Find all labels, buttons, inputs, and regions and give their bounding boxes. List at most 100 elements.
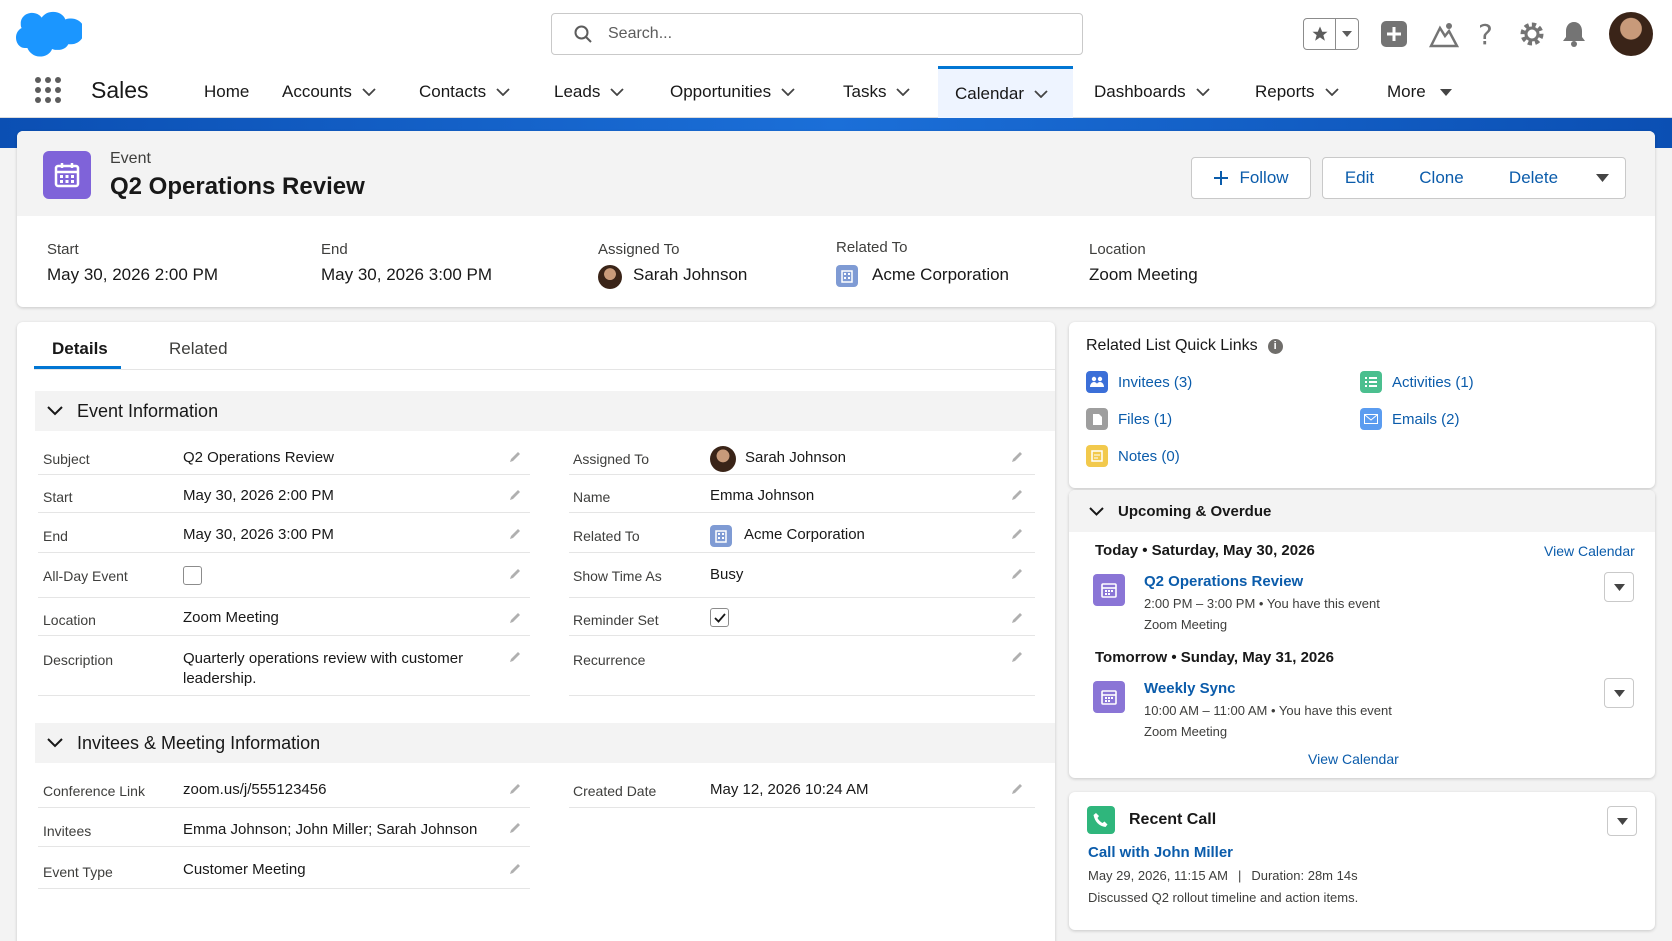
edit-pencil-icon[interactable] <box>1010 527 1024 541</box>
invitees-meeting-section[interactable]: Invitees & Meeting Information <box>35 723 1055 763</box>
edit-pencil-icon[interactable] <box>1010 567 1024 581</box>
email-icon <box>1360 408 1382 430</box>
related-to-link[interactable]: Acme Corporation <box>872 265 1009 285</box>
event-menu-button[interactable] <box>1604 678 1634 708</box>
quick-link-emails[interactable]: Emails (2) <box>1360 408 1460 430</box>
more-actions-button[interactable] <box>1580 157 1626 199</box>
edit-pencil-icon[interactable] <box>508 782 522 796</box>
chevron-down-icon[interactable] <box>610 88 624 96</box>
row-divider <box>569 512 1035 513</box>
chevron-down-icon[interactable] <box>896 88 911 96</box>
reminder-checkbox[interactable] <box>710 608 729 627</box>
nav-leads[interactable]: Leads <box>554 66 624 118</box>
chevron-down-icon[interactable] <box>1196 88 1210 96</box>
quick-links-title: Related List Quick Links <box>1086 337 1258 354</box>
chevron-down-icon[interactable] <box>1324 88 1339 96</box>
event-icon <box>1093 574 1125 606</box>
edit-pencil-icon[interactable] <box>1010 611 1024 625</box>
nav-opportunities[interactable]: Opportunities <box>670 66 795 118</box>
quick-link-files[interactable]: Files (1) <box>1086 408 1172 430</box>
edit-button[interactable]: Edit <box>1322 157 1397 199</box>
edit-pencil-icon[interactable] <box>508 450 522 464</box>
event-menu-button[interactable] <box>1604 572 1634 602</box>
nav-contacts[interactable]: Contacts <box>419 66 510 118</box>
nav-more[interactable]: More <box>1387 66 1452 118</box>
edit-pencil-icon[interactable] <box>508 527 522 541</box>
chevron-down-icon[interactable] <box>496 88 510 96</box>
row-divider <box>38 846 530 847</box>
nav-label: Accounts <box>282 82 352 101</box>
bell-icon[interactable] <box>1561 20 1587 48</box>
help-icon[interactable]: ? <box>1478 18 1493 51</box>
field-label: Show Time As <box>573 568 662 584</box>
edit-pencil-icon[interactable] <box>1010 782 1024 796</box>
note-icon <box>1086 445 1108 467</box>
info-icon[interactable]: i <box>1267 338 1283 354</box>
avatar <box>710 446 736 472</box>
quick-link-activities[interactable]: Activities (1) <box>1360 371 1474 393</box>
clone-button[interactable]: Clone <box>1396 157 1488 199</box>
chevron-down-icon <box>1089 506 1104 516</box>
nav-accounts[interactable]: Accounts <box>282 66 376 118</box>
view-calendar-link[interactable]: View Calendar <box>1544 543 1635 559</box>
field-label: Event Type <box>43 864 113 880</box>
edit-pencil-icon[interactable] <box>1010 488 1024 502</box>
event-title-link[interactable]: Q2 Operations Review <box>1144 573 1303 590</box>
caret-down-icon[interactable] <box>1439 88 1452 96</box>
caret-down-icon <box>1596 174 1609 182</box>
nav-label: Home <box>204 82 250 101</box>
follow-button[interactable]: Follow <box>1191 157 1311 199</box>
related-to-field-link[interactable]: Acme Corporation <box>744 526 865 543</box>
nav-reports[interactable]: Reports <box>1255 66 1339 118</box>
edit-pencil-icon[interactable] <box>508 650 522 664</box>
assigned-to-field-link[interactable]: Sarah Johnson <box>745 449 846 466</box>
nav-dashboards[interactable]: Dashboards <box>1094 66 1210 118</box>
edit-pencil-icon[interactable] <box>1010 650 1024 664</box>
call-meta-separator: | <box>1237 868 1242 883</box>
global-search[interactable]: Search... <box>551 13 1083 55</box>
favorites-button[interactable] <box>1303 18 1359 50</box>
salesforce-logo[interactable] <box>16 10 82 58</box>
nav-calendar[interactable]: Calendar <box>938 66 1073 118</box>
chevron-down-icon[interactable] <box>1336 19 1358 49</box>
edit-pencil-icon[interactable] <box>508 567 522 581</box>
event-title-link[interactable]: Weekly Sync <box>1144 680 1235 697</box>
tab-related[interactable]: Related <box>169 339 228 359</box>
nav-tasks[interactable]: Tasks <box>843 66 911 118</box>
call-summary: Discussed Q2 rollout timeline and action… <box>1088 890 1359 905</box>
conference-link[interactable]: zoom.us/j/555123456 <box>183 781 326 798</box>
edit-pencil-icon[interactable] <box>508 862 522 876</box>
quick-link-notes[interactable]: Notes (0) <box>1086 445 1180 467</box>
quick-link-invitees[interactable]: Invitees (3) <box>1086 371 1192 393</box>
assigned-to-link[interactable]: Sarah Johnson <box>633 265 747 285</box>
add-icon[interactable] <box>1380 20 1408 48</box>
edit-pencil-icon[interactable] <box>508 611 522 625</box>
edit-pencil-icon[interactable] <box>508 488 522 502</box>
tab-details[interactable]: Details <box>52 339 108 359</box>
chevron-down-icon[interactable] <box>362 88 376 96</box>
call-title-link[interactable]: Call with John Miller <box>1088 844 1233 861</box>
event-information-section[interactable]: Event Information <box>35 391 1055 431</box>
user-avatar[interactable] <box>1609 12 1653 56</box>
people-icon <box>1086 371 1108 393</box>
app-launcher-icon[interactable] <box>34 76 62 104</box>
gear-icon[interactable] <box>1518 20 1546 48</box>
field-label: Name <box>573 489 611 505</box>
edit-pencil-icon[interactable] <box>508 821 522 835</box>
end-label: End <box>321 241 348 258</box>
trailhead-icon[interactable] <box>1429 20 1459 48</box>
all-day-checkbox[interactable] <box>183 566 202 585</box>
chevron-down-icon[interactable] <box>1034 89 1048 98</box>
upcoming-header[interactable]: Upcoming & Overdue <box>1069 490 1655 532</box>
recent-call-menu-button[interactable] <box>1607 806 1637 836</box>
edit-pencil-icon[interactable] <box>1010 450 1024 464</box>
field-label: Location <box>43 612 96 628</box>
checkmark-icon <box>713 612 726 623</box>
plus-icon <box>1213 170 1229 186</box>
search-input[interactable]: Search... <box>608 25 672 43</box>
view-calendar-link[interactable]: View Calendar <box>1308 751 1399 767</box>
chevron-down-icon[interactable] <box>781 88 795 96</box>
account-icon <box>710 525 732 547</box>
nav-home[interactable]: Home <box>204 66 249 118</box>
delete-button[interactable]: Delete <box>1487 157 1581 199</box>
